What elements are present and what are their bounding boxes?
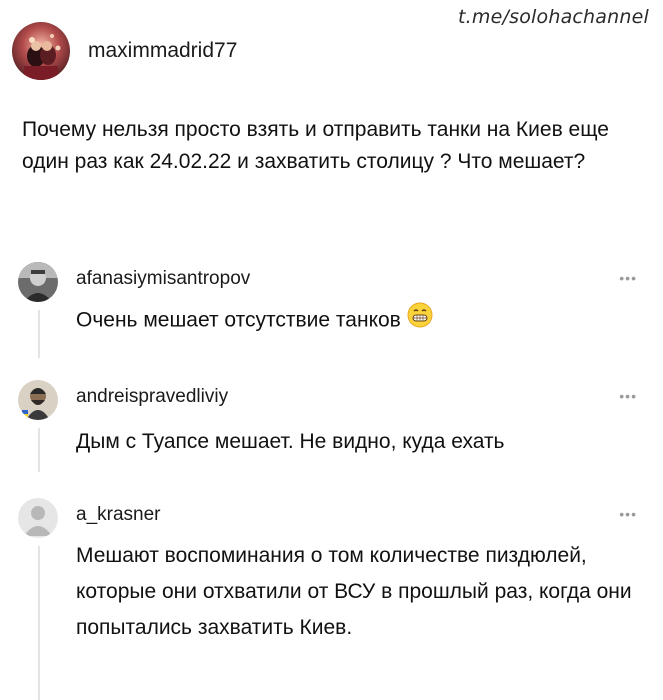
comment-username[interactable]: afanasiymisantropov [76,268,250,290]
post-text: Почему нельзя просто взять и отправить т… [22,118,609,173]
more-options-icon[interactable]: ••• [619,388,637,404]
more-options-icon[interactable]: ••• [619,270,637,286]
comment-avatar[interactable] [18,380,58,420]
post-author-name[interactable]: maximmadrid77 [88,39,237,63]
comment-item: a_krasner ••• Мешают воспоминания о том … [0,498,663,698]
thread-line [38,310,40,358]
post-author-avatar[interactable] [12,22,70,80]
comment-avatar[interactable] [18,498,58,538]
thread-line [38,428,40,472]
channel-watermark: t.me/solohachannel [458,6,649,28]
comment-text-content: Очень мешает отсутствие танков [76,308,401,332]
comment-username[interactable]: a_krasner [76,504,161,526]
comment-avatar[interactable] [18,262,58,302]
more-options-icon[interactable]: ••• [619,506,637,522]
comment-item: afanasiymisantropov ••• Очень мешает отс… [0,262,663,342]
grinning-face-icon [407,302,433,340]
post-header: maximmadrid77 [12,22,237,80]
comment-text: Очень мешает отсутствие танков [76,302,636,340]
comment-text: Мешают воспоминания о том количестве пиз… [76,544,632,639]
thread-line [38,546,40,700]
comment-item: andreispravedliviy ••• Дым с Туапсе меша… [0,380,663,460]
comment-text: Дым с Туапсе мешает. Не видно, куда ехат… [76,430,505,453]
comment-username[interactable]: andreispravedliviy [76,386,228,408]
